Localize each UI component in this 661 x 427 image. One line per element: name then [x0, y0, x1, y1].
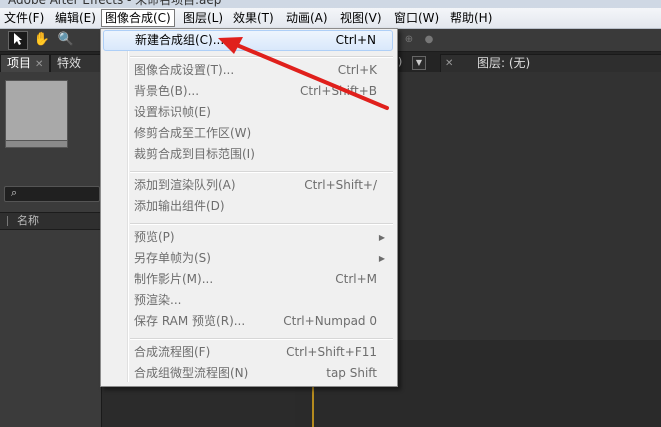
menu-separator [130, 338, 393, 340]
close-icon[interactable]: ✕ [35, 59, 43, 70]
menu-new-composition-shortcut: Ctrl+N [335, 33, 376, 47]
menu-crop-to-region[interactable]: 裁剪合成到目标范围(I) [103, 144, 393, 165]
menu-set-poster-time-label: 设置标识帧(E) [134, 105, 211, 119]
menu-pre-render[interactable]: 预渲染... [103, 290, 393, 311]
zoom-tool-icon[interactable]: 🔍 [57, 31, 75, 48]
menu-composition-settings[interactable]: 图像合成设置(T)... Ctrl+K [103, 60, 393, 81]
menu-trim-to-work-area-label: 修剪合成至工作区(W) [134, 126, 252, 140]
chevron-down-icon[interactable]: ▼ [412, 56, 426, 70]
menu-make-movie[interactable]: 制作影片(M)... Ctrl+M [103, 269, 393, 290]
search-icon: ⌕ [11, 186, 18, 199]
title-bar: Adobe After Effects - 未命名项目.aep [0, 0, 661, 8]
composition-dropdown-menu: 新建合成组(C)... Ctrl+N 图像合成设置(T)... Ctrl+K 背… [100, 28, 398, 387]
menu-composition-flowchart[interactable]: 合成流程图(F) Ctrl+Shift+F11 [103, 342, 393, 363]
menu-make-movie-shortcut: Ctrl+M [335, 272, 377, 286]
project-search-input[interactable]: ⌕ [4, 186, 100, 202]
menu-save-ram-preview[interactable]: 保存 RAM 预览(R)... Ctrl+Numpad 0 [103, 311, 393, 332]
menu-mini-flowchart-label: 合成组微型流程图(N) [134, 366, 249, 380]
menu-separator [130, 171, 393, 173]
menu-save-ram-preview-label: 保存 RAM 预览(R)... [134, 314, 246, 328]
menu-layer[interactable]: 图层(L) [181, 10, 225, 26]
tab-layer[interactable]: ✕ 图层: (无) [440, 54, 661, 72]
menu-make-movie-label: 制作影片(M)... [134, 272, 214, 286]
window-title: Adobe After Effects - 未命名项目.aep [8, 0, 222, 7]
snapping-icon[interactable]: ⊕ [400, 31, 418, 48]
menu-edit[interactable]: 编辑(E) [53, 10, 98, 26]
menu-crop-to-region-label: 裁剪合成到目标范围(I) [134, 147, 255, 161]
menu-set-poster-time[interactable]: 设置标识帧(E) [103, 102, 393, 123]
tab-layer-label: 图层: (无) [477, 56, 531, 70]
menu-save-frame-as[interactable]: 另存单帧为(S) ▶ [103, 248, 393, 269]
menu-composition[interactable]: 图像合成(C) [101, 9, 175, 27]
menu-view[interactable]: 视图(V) [338, 10, 384, 26]
menu-separator [130, 56, 393, 58]
tab-effects-label: 特效 [57, 56, 82, 70]
menu-window[interactable]: 窗口(W) [392, 10, 441, 26]
menu-save-ram-preview-shortcut: Ctrl+Numpad 0 [283, 314, 377, 328]
menu-composition-flowchart-label: 合成流程图(F) [134, 345, 211, 359]
submenu-arrow-icon: ▶ [378, 254, 385, 263]
menu-new-composition-label: 新建合成组(C)... [135, 33, 225, 47]
menu-pre-render-label: 预渲染... [134, 293, 182, 307]
menu-background-color-shortcut: Ctrl+Shift+B [300, 84, 377, 98]
menu-add-output-module[interactable]: 添加输出组件(D) [103, 196, 393, 217]
menu-add-to-render-queue[interactable]: 添加到渲染队列(A) Ctrl+Shift+/ [103, 175, 393, 196]
tab-project[interactable]: 项目 ✕ [0, 54, 51, 72]
menu-file[interactable]: 文件(F) [2, 10, 46, 26]
menu-composition-flowchart-shortcut: Ctrl+Shift+F11 [286, 345, 377, 359]
menu-background-color[interactable]: 背景色(B)... Ctrl+Shift+B [103, 81, 393, 102]
project-column-header: 名称 [0, 212, 101, 230]
menu-effect[interactable]: 效果(T) [231, 10, 276, 26]
hand-tool-icon[interactable]: ✋ [33, 31, 51, 48]
menu-save-frame-as-label: 另存单帧为(S) [134, 251, 211, 265]
comp-tab-fragment[interactable]: ) [398, 54, 402, 70]
menu-mini-flowchart[interactable]: 合成组微型流程图(N) tap Shift [103, 363, 393, 384]
menu-background-color-label: 背景色(B)... [134, 84, 200, 98]
menu-help[interactable]: 帮助(H) [448, 10, 494, 26]
menu-separator [130, 223, 393, 225]
target-icon[interactable]: ● [420, 31, 438, 48]
column-name[interactable]: 名称 [17, 213, 39, 229]
menu-composition-settings-label: 图像合成设置(T)... [134, 63, 235, 77]
tab-project-label: 项目 [7, 56, 32, 70]
menu-bar: 文件(F) 编辑(E) 图像合成(C) 图层(L) 效果(T) 动画(A) 视图… [0, 8, 661, 29]
project-thumbnail-info [5, 140, 68, 148]
tab-effects[interactable]: 特效 [50, 54, 104, 72]
close-icon[interactable]: ✕ [445, 55, 453, 72]
menu-add-output-module-label: 添加输出组件(D) [134, 199, 225, 213]
label-column-icon[interactable] [7, 216, 8, 226]
menu-preview[interactable]: 预览(P) ▶ [103, 227, 393, 248]
project-thumbnail [5, 80, 68, 141]
menu-add-to-render-queue-label: 添加到渲染队列(A) [134, 178, 236, 192]
menu-trim-to-work-area[interactable]: 修剪合成至工作区(W) [103, 123, 393, 144]
menu-preview-label: 预览(P) [134, 230, 175, 244]
menu-new-composition[interactable]: 新建合成组(C)... Ctrl+N [103, 30, 393, 51]
menu-add-to-render-queue-shortcut: Ctrl+Shift+/ [304, 178, 377, 192]
menu-mini-flowchart-shortcut: tap Shift [326, 366, 377, 380]
project-panel: ⌕ 名称 [0, 72, 102, 427]
selection-tool-icon[interactable] [8, 31, 28, 50]
submenu-arrow-icon: ▶ [378, 233, 385, 242]
menu-composition-settings-shortcut: Ctrl+K [337, 63, 377, 77]
menu-animation[interactable]: 动画(A) [284, 10, 330, 26]
